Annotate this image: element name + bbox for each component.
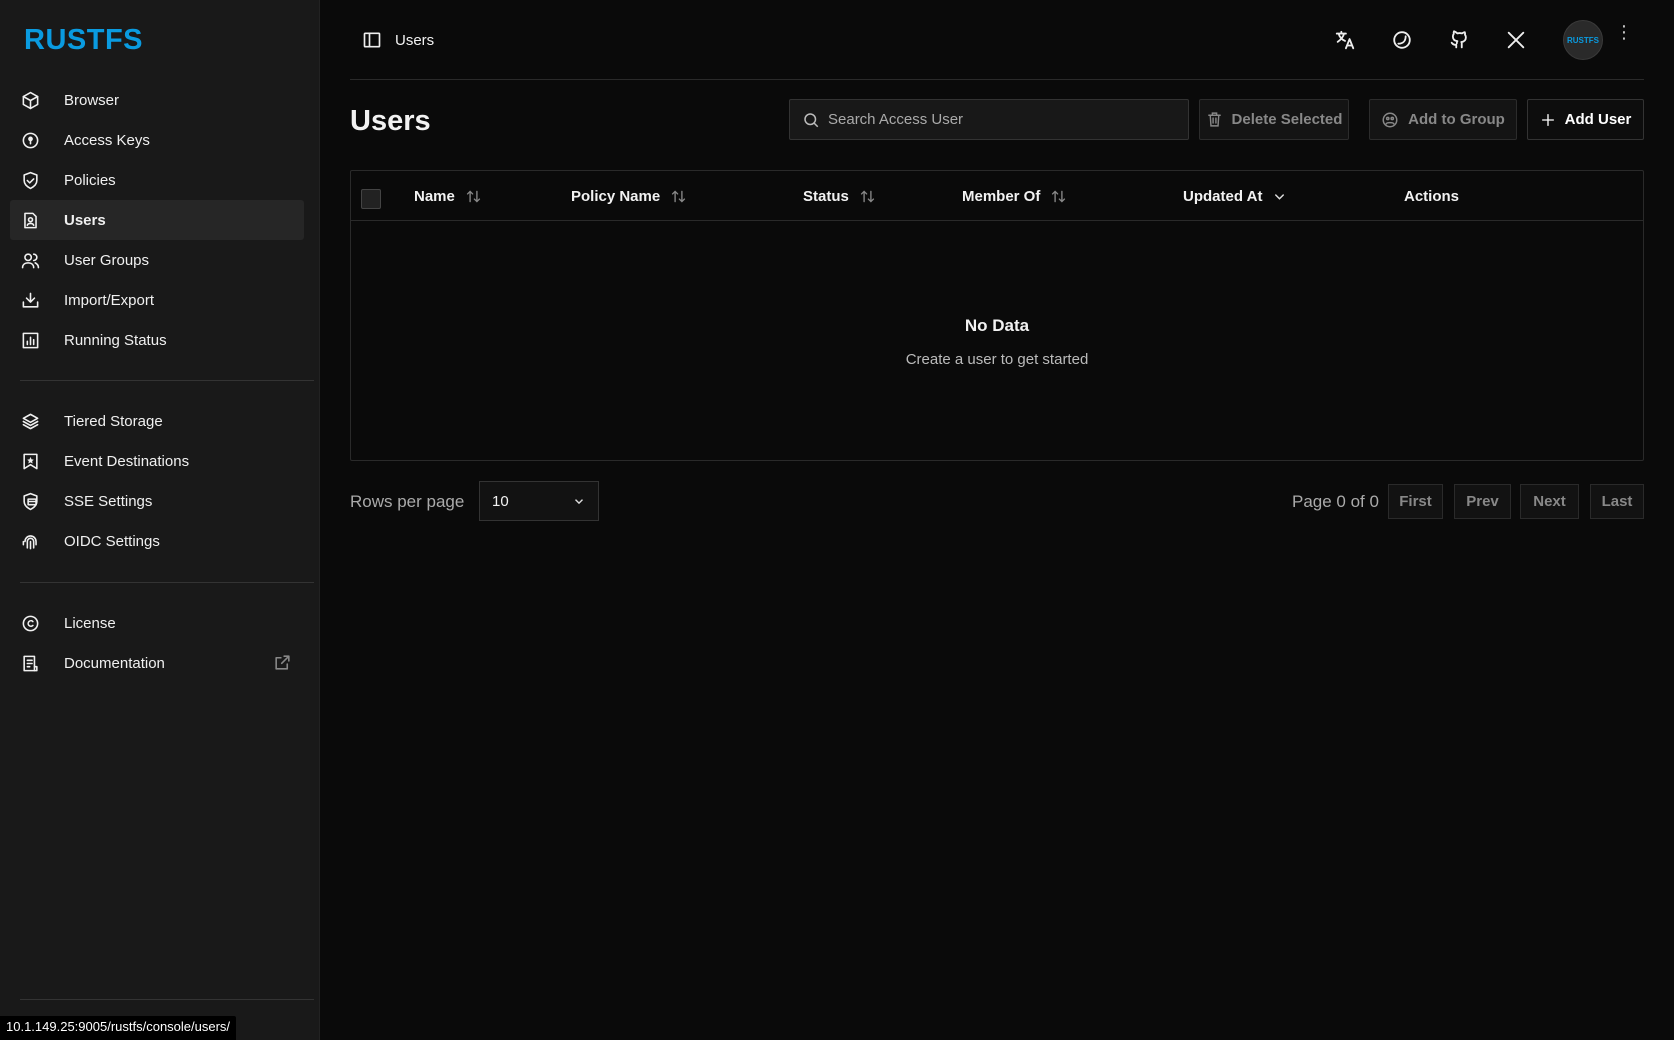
layers-icon <box>20 411 40 431</box>
chevron-down-icon <box>575 499 583 505</box>
column-header-name[interactable]: Name <box>414 188 482 205</box>
sidebar-item-label: OIDC Settings <box>64 532 160 550</box>
sidebar-item-label: Import/Export <box>64 291 155 309</box>
sidebar-item-policies[interactable]: Policies <box>10 160 304 200</box>
sort-icon <box>672 190 686 203</box>
rustfs-logo[interactable]: RUSTFS <box>24 24 143 57</box>
select-all-checkbox[interactable] <box>361 189 381 209</box>
sidebar-item-running-status[interactable]: Running Status <box>10 320 304 360</box>
sidebar-divider <box>20 582 314 583</box>
theme-toggle-icon[interactable] <box>1391 29 1413 51</box>
column-label: Updated At <box>1183 188 1263 205</box>
shield-check-icon <box>20 170 40 190</box>
next-page-button[interactable]: Next <box>1520 484 1579 519</box>
github-icon[interactable] <box>1448 29 1470 51</box>
sidebar-item-users[interactable]: Users <box>10 200 304 240</box>
sidebar-item-label: Tiered Storage <box>64 412 163 430</box>
translate-icon[interactable] <box>1334 29 1356 51</box>
download-icon <box>20 290 40 310</box>
column-label: Policy Name <box>571 188 661 205</box>
plus-icon <box>1541 113 1554 126</box>
sidebar-item-label: Documentation <box>64 654 165 672</box>
add-to-group-label: Add to Group <box>1408 111 1505 128</box>
sidebar-toggle-icon[interactable] <box>362 30 382 50</box>
column-label: Status <box>803 188 849 205</box>
sort-icon <box>1052 190 1066 203</box>
sidebar-item-label: Running Status <box>64 331 167 349</box>
rows-per-page-select[interactable]: 10 <box>479 481 599 521</box>
add-to-group-button[interactable]: Add to Group <box>1369 99 1517 140</box>
search-icon <box>804 112 819 127</box>
sidebar-item-label: Event Destinations <box>64 452 190 470</box>
sidebar-item-label: SSE Settings <box>64 492 153 510</box>
document-icon <box>20 653 40 673</box>
fingerprint-icon <box>20 531 40 551</box>
search-input[interactable] <box>828 111 1168 128</box>
bar-chart-icon <box>20 330 40 350</box>
first-page-button[interactable]: First <box>1388 484 1443 519</box>
page-info: Page 0 of 0 <box>1292 492 1379 511</box>
rows-per-page-label: Rows per page <box>350 492 465 511</box>
sidebar-item-event-destinations[interactable]: Event Destinations <box>10 441 304 481</box>
sidebar-item-label: Access Keys <box>64 131 150 149</box>
sidebar-item-label: Browser <box>64 91 120 109</box>
sidebar-item-license[interactable]: License <box>10 603 304 643</box>
shield-lock-icon <box>20 491 40 511</box>
add-user-label: Add User <box>1564 111 1632 128</box>
sidebar-item-label: Users <box>64 211 106 229</box>
column-label: Member Of <box>962 188 1041 205</box>
prev-page-button[interactable]: Prev <box>1454 484 1511 519</box>
page-title: Users <box>350 105 431 137</box>
table-header: Name Policy Name Status Member Of Update… <box>351 171 1643 221</box>
sidebar-item-import-export[interactable]: Import/Export <box>10 280 304 320</box>
column-label: Name <box>414 188 455 205</box>
breadcrumb: Users <box>395 32 435 49</box>
column-label: Actions <box>1404 188 1460 205</box>
empty-state-subtitle: Create a user to get started <box>905 351 1089 368</box>
sidebar-item-tiered-storage[interactable]: Tiered Storage <box>10 401 304 441</box>
users-table: Name Policy Name Status Member Of Update… <box>350 170 1644 461</box>
column-header-status[interactable]: Status <box>803 188 876 205</box>
sidebar-item-label: License <box>64 614 116 632</box>
copyright-icon <box>20 613 40 633</box>
column-header-member-of[interactable]: Member Of <box>962 188 1067 205</box>
sidebar-item-browser[interactable]: Browser <box>10 80 304 120</box>
chevron-down-icon <box>1275 194 1285 200</box>
empty-state-title: No Data <box>964 316 1030 335</box>
sidebar: RUSTFS Browser Access Keys Policies User… <box>0 0 320 1040</box>
sidebar-divider <box>20 999 314 1000</box>
last-page-button[interactable]: Last <box>1590 484 1644 519</box>
sidebar-item-user-groups[interactable]: User Groups <box>10 240 304 280</box>
sidebar-item-sse-settings[interactable]: SSE Settings <box>10 481 304 521</box>
sidebar-item-access-keys[interactable]: Access Keys <box>10 120 304 160</box>
sidebar-item-oidc-settings[interactable]: OIDC Settings <box>10 521 304 561</box>
group-icon <box>1382 112 1398 127</box>
user-file-icon <box>20 210 40 230</box>
delete-selected-label: Delete Selected <box>1231 111 1343 128</box>
more-menu-icon[interactable]: ⋮ <box>1615 23 1633 41</box>
column-header-actions: Actions <box>1404 188 1459 205</box>
sort-icon <box>860 190 874 203</box>
column-header-policy-name[interactable]: Policy Name <box>571 188 687 205</box>
key-circle-icon <box>20 130 40 150</box>
add-user-button[interactable]: Add User <box>1527 99 1644 140</box>
sidebar-item-label: User Groups <box>64 251 150 269</box>
box-icon <box>20 90 40 110</box>
bookmark-star-icon <box>20 451 40 471</box>
sidebar-item-documentation[interactable]: Documentation <box>10 643 304 683</box>
sidebar-divider <box>20 380 314 381</box>
search-field[interactable] <box>789 99 1189 140</box>
header-divider <box>350 79 1644 80</box>
browser-status-url: 10.1.149.25:9005/rustfs/console/users/ <box>0 1016 237 1040</box>
rows-per-page-value: 10 <box>492 492 509 510</box>
users-icon <box>20 250 40 270</box>
column-header-updated-at[interactable]: Updated At <box>1183 188 1287 205</box>
avatar[interactable]: RUSTFS <box>1563 20 1603 60</box>
sort-icon <box>466 190 480 203</box>
external-link-icon <box>273 653 292 676</box>
trash-icon <box>1207 112 1221 127</box>
sidebar-item-label: Policies <box>64 171 116 189</box>
x-twitter-icon[interactable] <box>1505 29 1527 51</box>
delete-selected-button[interactable]: Delete Selected <box>1199 99 1349 140</box>
